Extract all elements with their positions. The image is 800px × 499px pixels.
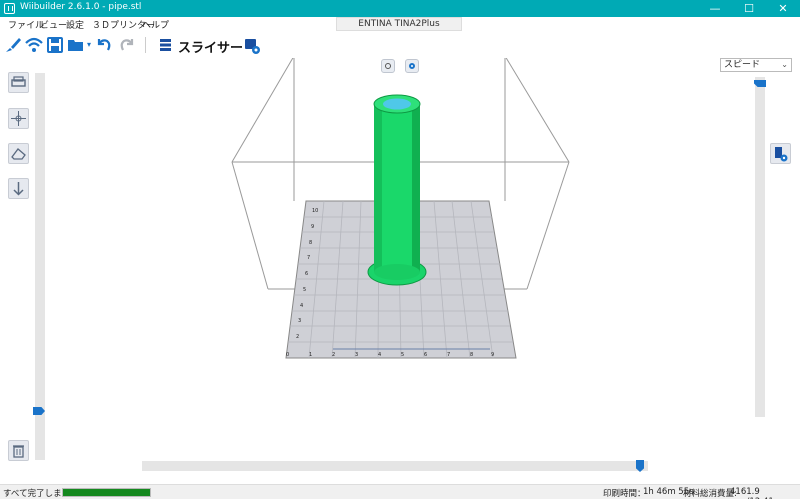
couch-icon bbox=[11, 76, 26, 87]
layer-slider-thumb[interactable] bbox=[33, 407, 45, 415]
scale-tool-button[interactable] bbox=[8, 108, 29, 129]
print-settings-button[interactable] bbox=[770, 143, 791, 164]
printer-name-label: ENTINA TINA2Plus bbox=[336, 17, 462, 31]
view-option-2[interactable] bbox=[405, 59, 419, 73]
timeline-slider[interactable] bbox=[142, 460, 648, 472]
pipe-inner-hole bbox=[383, 98, 411, 110]
y-tick: 5 bbox=[303, 287, 307, 293]
redo-icon[interactable] bbox=[117, 35, 137, 55]
right-slider[interactable] bbox=[754, 77, 766, 417]
trash-icon bbox=[13, 445, 24, 458]
radio-dot bbox=[385, 63, 391, 69]
x-tick: 6 bbox=[424, 352, 428, 358]
scene-canvas bbox=[231, 58, 570, 359]
app-logo-icon bbox=[4, 3, 15, 14]
eraser-icon bbox=[11, 148, 26, 160]
menu-help[interactable]: ヘルプ bbox=[142, 18, 169, 31]
material-value: 4161.9 mm/12.41 g bbox=[730, 487, 782, 499]
x-tick: 7 bbox=[447, 352, 451, 358]
slicer-button[interactable]: スライサー bbox=[178, 37, 243, 56]
chevron-down-icon: ⌄ bbox=[781, 60, 788, 69]
x-tick: 4 bbox=[378, 352, 382, 358]
progress-fill bbox=[63, 489, 150, 496]
timeline-slider-thumb[interactable] bbox=[636, 460, 644, 472]
right-slider-thumb[interactable] bbox=[754, 80, 766, 87]
view-mode-value: スピード bbox=[724, 60, 761, 70]
y-tick: 7 bbox=[307, 255, 311, 261]
menu-view[interactable]: ビュー bbox=[40, 18, 67, 31]
menu-file[interactable]: ファイル bbox=[8, 18, 44, 31]
printer-gear-icon bbox=[775, 147, 788, 162]
y-tick: 8 bbox=[309, 240, 313, 246]
x-tick: 0 bbox=[286, 352, 290, 358]
y-tick: 2 bbox=[296, 334, 300, 340]
y-tick: 9 bbox=[311, 224, 315, 230]
menu-settings[interactable]: 設定 bbox=[66, 18, 84, 31]
layer-slider[interactable] bbox=[33, 73, 45, 460]
save-icon[interactable] bbox=[45, 35, 65, 55]
x-tick: 2 bbox=[332, 352, 336, 358]
folder-icon[interactable] bbox=[66, 35, 86, 55]
drop-to-plate-button[interactable] bbox=[8, 178, 29, 199]
x-tick: 9 bbox=[491, 352, 495, 358]
crosshair-icon bbox=[11, 111, 26, 126]
y-tick: 4 bbox=[300, 303, 304, 309]
layers-icon[interactable] bbox=[156, 35, 176, 55]
pipe-shade-right bbox=[412, 104, 420, 272]
title-bar: Wiibuilder 2.6.1.0 - pipe.stl — ☐ ✕ bbox=[0, 0, 800, 17]
progress-bar bbox=[62, 488, 151, 497]
y-tick: 6 bbox=[305, 271, 309, 277]
rotate-tool-button[interactable] bbox=[8, 143, 29, 164]
pipe-bottom bbox=[374, 264, 420, 280]
print-time-label: 印刷時間： bbox=[603, 489, 646, 499]
delete-button[interactable] bbox=[8, 440, 29, 461]
move-tool-button[interactable] bbox=[8, 72, 29, 93]
view-mode-select[interactable]: スピード ⌄ bbox=[720, 58, 792, 72]
brush-icon[interactable] bbox=[3, 35, 23, 55]
close-button[interactable]: ✕ bbox=[766, 0, 800, 17]
undo-icon[interactable] bbox=[94, 35, 114, 55]
x-tick: 1 bbox=[309, 352, 313, 358]
status-bar: すべて完了しました。 印刷時間： 1h 46m 55s 材料総消費量: 4161… bbox=[0, 484, 800, 499]
toolbar: ▾ スライサー bbox=[0, 31, 800, 58]
y-tick: 3 bbox=[298, 318, 302, 324]
y-tick: 10 bbox=[312, 208, 319, 214]
window-title: Wiibuilder 2.6.1.0 - pipe.stl bbox=[20, 2, 142, 12]
arrow-down-icon bbox=[13, 182, 24, 196]
x-tick: 3 bbox=[355, 352, 359, 358]
pipe-shade-left bbox=[374, 104, 382, 272]
radio-dot bbox=[409, 63, 415, 69]
folder-dropdown-icon[interactable]: ▾ bbox=[87, 40, 91, 49]
toolbar-separator bbox=[145, 37, 146, 53]
x-tick: 8 bbox=[470, 352, 474, 358]
minimize-button[interactable]: — bbox=[698, 0, 732, 17]
printer-settings-icon[interactable] bbox=[242, 35, 262, 55]
material-label: 材料総消費量: bbox=[683, 489, 737, 499]
maximize-button[interactable]: ☐ bbox=[732, 0, 766, 17]
x-tick: 5 bbox=[401, 352, 405, 358]
3d-viewport[interactable]: 0 1 2 3 4 5 6 7 8 9 10 9 8 7 6 5 4 3 2 bbox=[0, 58, 800, 484]
view-option-1[interactable] bbox=[381, 59, 395, 73]
wifi-icon[interactable] bbox=[24, 35, 44, 55]
